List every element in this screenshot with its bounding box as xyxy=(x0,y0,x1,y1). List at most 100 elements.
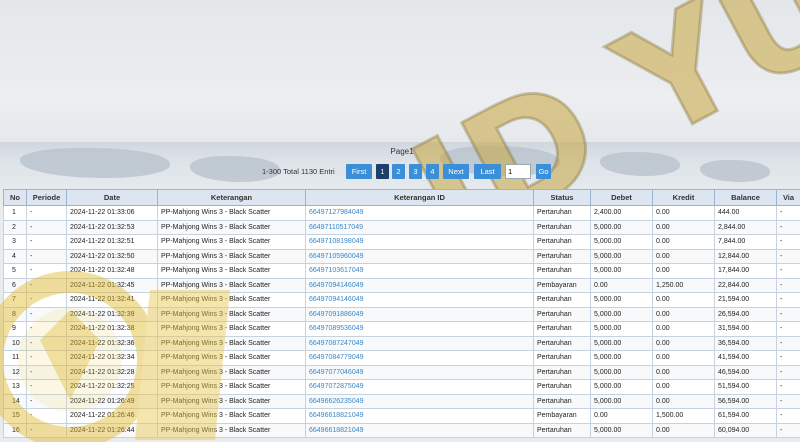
cell-periode: - xyxy=(26,321,67,337)
next-page-button[interactable]: Next xyxy=(443,164,469,179)
cell-kredit: 0.00 xyxy=(652,292,715,308)
cell-via: - xyxy=(776,263,800,279)
page-banner xyxy=(0,0,800,142)
table-row: 9-2024-11-22 01:32:38 PP-Mahjong Wins 3 -… xyxy=(3,321,800,337)
table-row: 16-2024-11-22 01:26:44 PP-Mahjong Wins 3 … xyxy=(3,422,800,438)
cell-no: 9 xyxy=(3,321,27,337)
table-row: 13-2024-11-22 01:32:25 PP-Mahjong Wins 3 … xyxy=(3,379,800,395)
table-row: 4-2024-11-22 01:32:50 PP-Mahjong Wins 3 -… xyxy=(3,248,800,264)
table-header-row: No Periode Date Keterangan Keterangan ID… xyxy=(3,189,800,206)
cell-keterangan-id[interactable]: 66497127984049 xyxy=(305,205,534,221)
cell-keterangan: PP-Mahjong Wins 3 - Black Scatter xyxy=(157,248,306,264)
cell-date: 2024-11-22 01:33:06 xyxy=(66,205,158,221)
cell-keterangan-id[interactable]: 66497084779049 xyxy=(305,350,534,366)
table-row: 1-2024-11-22 01:33:06 PP-Mahjong Wins 3 -… xyxy=(3,205,800,221)
cell-no: 12 xyxy=(3,364,27,380)
page-caption: Page1 xyxy=(390,147,414,156)
cell-no: 5 xyxy=(3,263,27,279)
cell-status: Pertaruhan xyxy=(533,350,591,366)
cell-no: 10 xyxy=(3,335,27,351)
cell-keterangan-id[interactable]: 66497077046049 xyxy=(305,364,534,380)
cell-keterangan: PP-Mahjong Wins 3 - Black Scatter xyxy=(157,321,306,337)
cell-date: 2024-11-22 01:26:44 xyxy=(66,422,158,438)
cell-periode: - xyxy=(26,234,67,250)
cell-keterangan-id[interactable]: 66497110517049 xyxy=(305,219,534,235)
cell-via: - xyxy=(776,364,800,380)
col-header-keterangan-id: Keterangan ID xyxy=(305,189,534,206)
cell-balance: 444.00 xyxy=(714,205,777,221)
page-button-2[interactable]: 2 xyxy=(392,164,405,179)
total-entries: 1-300 Total 1130 Entri xyxy=(262,167,335,176)
cell-via: - xyxy=(776,292,800,308)
table-row: 6-2024-11-22 01:32:45 PP-Mahjong Wins 3 -… xyxy=(3,277,800,293)
col-header-balance: Balance xyxy=(714,189,777,206)
cell-balance: 46,594.00 xyxy=(714,364,777,380)
cell-balance: 36,594.00 xyxy=(714,335,777,351)
col-header-keterangan: Keterangan xyxy=(157,189,306,206)
cell-date: 2024-11-22 01:32:50 xyxy=(66,248,158,264)
cell-keterangan-id[interactable]: 66497094146049 xyxy=(305,292,534,308)
cell-status: Pertaruhan xyxy=(533,292,591,308)
col-header-status: Status xyxy=(533,189,591,206)
cell-kredit: 0.00 xyxy=(652,219,715,235)
cell-date: 2024-11-22 01:32:51 xyxy=(66,234,158,250)
cell-keterangan: PP-Mahjong Wins 3 - Black Scatter xyxy=(157,219,306,235)
table-row: 2-2024-11-22 01:32:53 PP-Mahjong Wins 3 -… xyxy=(3,219,800,235)
cell-kredit: 0.00 xyxy=(652,422,715,438)
cell-date: 2024-11-22 01:32:25 xyxy=(66,379,158,395)
cell-date: 2024-11-22 01:26:49 xyxy=(66,393,158,409)
cell-keterangan: PP-Mahjong Wins 3 - Black Scatter xyxy=(157,277,306,293)
last-page-button[interactable]: Last xyxy=(474,164,501,179)
cell-debet: 5,000.00 xyxy=(590,219,653,235)
cell-keterangan-id[interactable]: 66497094146049 xyxy=(305,277,534,293)
cell-kredit: 0.00 xyxy=(652,335,715,351)
cell-status: Pertaruhan xyxy=(533,422,591,438)
cell-balance: 60,094.00 xyxy=(714,422,777,438)
col-header-periode: Periode xyxy=(26,189,67,206)
cell-keterangan-id[interactable]: 66497089536049 xyxy=(305,321,534,337)
cell-keterangan-id[interactable]: 66497091886049 xyxy=(305,306,534,322)
cell-keterangan-id[interactable]: 66496626235049 xyxy=(305,393,534,409)
cell-no: 13 xyxy=(3,379,27,395)
cell-keterangan-id[interactable]: 66496618821049 xyxy=(305,408,534,424)
cell-keterangan-id[interactable]: 66497103617049 xyxy=(305,263,534,279)
cell-via: - xyxy=(776,219,800,235)
page-number-input[interactable] xyxy=(505,164,531,179)
table-row: 11-2024-11-22 01:32:34 PP-Mahjong Wins 3 … xyxy=(3,350,800,366)
cell-balance: 51,594.00 xyxy=(714,379,777,395)
cell-via: - xyxy=(776,422,800,438)
cell-balance: 7,844.00 xyxy=(714,234,777,250)
go-button[interactable]: Go xyxy=(536,164,551,179)
cell-date: 2024-11-22 01:32:48 xyxy=(66,263,158,279)
cell-periode: - xyxy=(26,364,67,380)
cell-keterangan: PP-Mahjong Wins 3 - Black Scatter xyxy=(157,263,306,279)
page-button-3[interactable]: 3 xyxy=(409,164,422,179)
page-button-1[interactable]: 1 xyxy=(376,164,389,179)
first-page-button[interactable]: First xyxy=(346,164,372,179)
cell-debet: 5,000.00 xyxy=(590,234,653,250)
cell-via: - xyxy=(776,335,800,351)
cell-via: - xyxy=(776,306,800,322)
cell-keterangan-id[interactable]: 66497087247049 xyxy=(305,335,534,351)
table-row: 14-2024-11-22 01:26:49 PP-Mahjong Wins 3 … xyxy=(3,393,800,409)
cell-kredit: 0.00 xyxy=(652,393,715,409)
cell-periode: - xyxy=(26,219,67,235)
table-body: 1-2024-11-22 01:33:06 PP-Mahjong Wins 3 -… xyxy=(3,205,800,438)
cell-status: Pertaruhan xyxy=(533,393,591,409)
cell-status: Pertaruhan xyxy=(533,335,591,351)
cell-periode: - xyxy=(26,263,67,279)
cell-date: 2024-11-22 01:32:45 xyxy=(66,277,158,293)
cell-keterangan-id[interactable]: 66497105960049 xyxy=(305,248,534,264)
cell-balance: 22,844.00 xyxy=(714,277,777,293)
page-button-4[interactable]: 4 xyxy=(426,164,439,179)
cell-via: - xyxy=(776,393,800,409)
cell-keterangan-id[interactable]: 66497108198049 xyxy=(305,234,534,250)
table-row: 12-2024-11-22 01:32:28 PP-Mahjong Wins 3 … xyxy=(3,364,800,380)
cell-status: Pembayaran xyxy=(533,408,591,424)
cell-keterangan: PP-Mahjong Wins 3 - Black Scatter xyxy=(157,379,306,395)
cell-keterangan-id[interactable]: 66497072875049 xyxy=(305,379,534,395)
cell-periode: - xyxy=(26,422,67,438)
cell-kredit: 0.00 xyxy=(652,321,715,337)
cell-debet: 5,000.00 xyxy=(590,393,653,409)
cell-keterangan-id[interactable]: 66496618821049 xyxy=(305,422,534,438)
